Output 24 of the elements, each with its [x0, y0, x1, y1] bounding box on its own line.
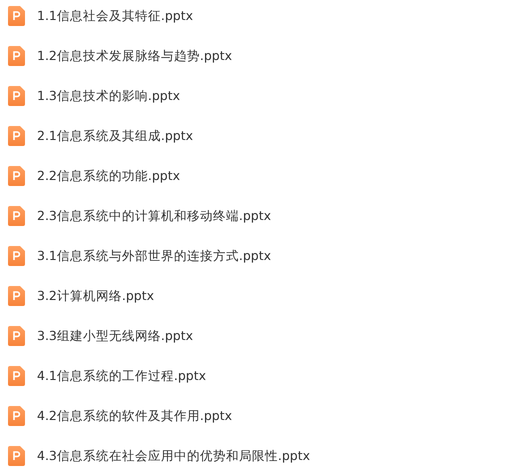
presentation-file-icon — [8, 286, 25, 306]
file-name[interactable]: 4.1信息系统的工作过程.pptx — [37, 368, 206, 384]
presentation-file-icon — [8, 86, 25, 106]
file-name[interactable]: 2.1信息系统及其组成.pptx — [37, 128, 194, 144]
presentation-file-icon — [8, 46, 25, 66]
file-name[interactable]: 1.3信息技术的影响.pptx — [37, 88, 180, 104]
file-name[interactable]: 1.2信息技术发展脉络与趋势.pptx — [37, 48, 232, 64]
presentation-file-icon — [8, 6, 25, 26]
file-name[interactable]: 2.2信息系统的功能.pptx — [37, 168, 180, 184]
presentation-file-icon — [8, 446, 25, 466]
presentation-file-icon — [8, 326, 25, 346]
presentation-file-icon — [8, 166, 25, 186]
file-name[interactable]: 4.2信息系统的软件及其作用.pptx — [37, 408, 232, 424]
file-name[interactable]: 1.1信息社会及其特征.pptx — [37, 8, 194, 24]
file-name[interactable]: 3.3组建小型无线网络.pptx — [37, 328, 194, 344]
file-name[interactable]: 2.3信息系统中的计算机和移动终端.pptx — [37, 208, 272, 224]
presentation-file-icon — [8, 366, 25, 386]
presentation-file-icon — [8, 126, 25, 146]
file-name[interactable]: 4.3信息系统在社会应用中的优势和局限性.pptx — [37, 448, 310, 464]
file-name[interactable]: 3.1信息系统与外部世界的连接方式.pptx — [37, 248, 272, 264]
presentation-file-icon — [8, 246, 25, 266]
file-name[interactable]: 3.2计算机网络.pptx — [37, 288, 154, 304]
presentation-file-icon — [8, 406, 25, 426]
presentation-file-icon — [8, 206, 25, 226]
